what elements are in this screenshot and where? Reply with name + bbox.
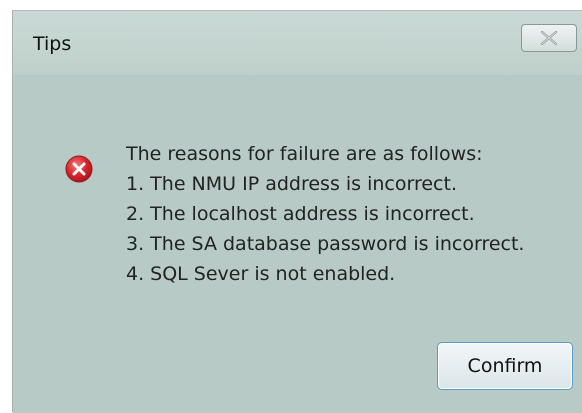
dialog-title: Tips: [33, 33, 72, 55]
dialog-titlebar[interactable]: Tips: [13, 11, 582, 75]
error-message: The reasons for failure are as follows: …: [126, 139, 524, 289]
error-icon: [65, 155, 93, 183]
message-reason-1: 1. The NMU IP address is incorrect.: [126, 173, 457, 195]
close-x-icon: [539, 30, 559, 46]
message-reason-3: 3. The SA database password is incorrect…: [126, 233, 525, 255]
close-button[interactable]: [521, 24, 577, 52]
tips-dialog: Tips The reasons for failure are as foll…: [12, 10, 582, 413]
message-reason-4: 4. SQL Sever is not enabled.: [126, 263, 396, 285]
confirm-button[interactable]: Confirm: [437, 342, 573, 390]
message-heading: The reasons for failure are as follows:: [126, 143, 483, 165]
message-reason-2: 2. The localhost address is incorrect.: [126, 203, 475, 225]
